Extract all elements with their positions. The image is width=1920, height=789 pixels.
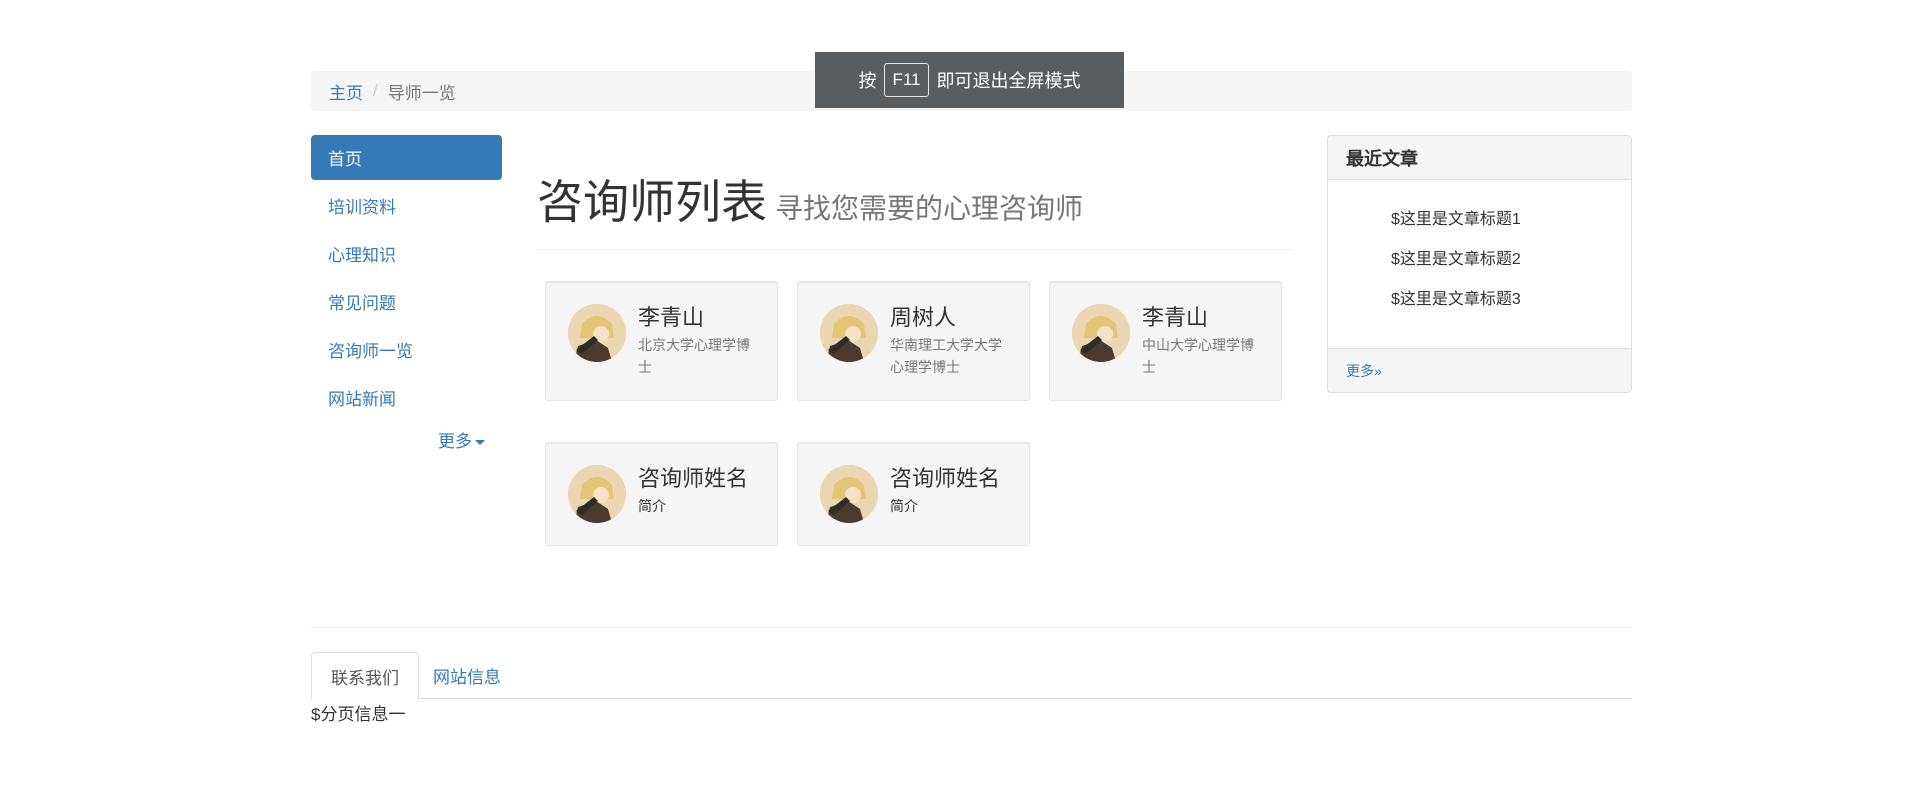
pagination-info: $分页信息一 — [311, 705, 406, 724]
counselor-name: 咨询师姓名 — [890, 466, 1001, 491]
counselor-avatar — [820, 465, 878, 523]
counselor-card[interactable]: 李青山 北京大学心理学博士 — [545, 281, 778, 401]
sidebar-item-training[interactable]: 培训资料 — [311, 183, 502, 228]
fullscreen-notice-suffix: 即可退出全屏模式 — [936, 71, 1081, 91]
counselor-name: 李青山 — [1142, 305, 1209, 330]
footer-divider — [311, 627, 1632, 628]
footer-tabs: 联系我们 网站信息 — [311, 652, 1632, 700]
sidebar-item-psychology[interactable]: 心理知识 — [311, 231, 502, 276]
counselor-avatar — [1072, 304, 1130, 362]
recent-articles-heading: 最近文章 — [1328, 136, 1631, 180]
page-title: 咨询师列表 寻找您需要的心理咨询师 — [537, 172, 1293, 239]
f11-key-badge: F11 — [884, 63, 929, 97]
page-title-text: 咨询师列表 — [537, 176, 767, 228]
page-header: 咨询师列表 寻找您需要的心理咨询师 — [537, 172, 1293, 250]
counselor-card[interactable]: 咨询师姓名 简介 — [545, 442, 778, 546]
article-link[interactable]: $这里是文章标题1 — [1391, 210, 1631, 230]
caret-down-icon — [475, 440, 485, 446]
sidebar-more-label: 更多 — [438, 432, 472, 451]
recent-articles-list: $这里是文章标题1 $这里是文章标题2 $这里是文章标题3 — [1328, 180, 1631, 348]
breadcrumb-current: 导师一览 — [387, 83, 456, 103]
breadcrumb-separator: / — [373, 81, 378, 100]
counselor-description: 华南理工大学大学心理学博士 — [890, 337, 1002, 375]
counselor-description: 简介 — [638, 498, 666, 514]
page-subtitle: 寻找您需要的心理咨询师 — [775, 193, 1084, 224]
counselor-name: 周树人 — [890, 305, 957, 330]
recent-articles-footer: 更多» — [1328, 348, 1631, 392]
recent-articles-more-link[interactable]: 更多» — [1346, 361, 1382, 381]
counselor-avatar — [568, 465, 626, 523]
counselor-description: 中山大学心理学博士 — [1142, 337, 1254, 375]
counselor-card[interactable]: 咨询师姓名 简介 — [797, 442, 1030, 546]
counselor-name: 咨询师姓名 — [638, 466, 749, 491]
tab-contact-us[interactable]: 联系我们 — [311, 652, 419, 700]
counselor-card[interactable]: 周树人 华南理工大学大学心理学博士 — [797, 281, 1030, 401]
counselor-card[interactable]: 李青山 中山大学心理学博士 — [1049, 281, 1282, 401]
sidebar-item-counselors[interactable]: 咨询师一览 — [311, 327, 502, 372]
counselor-description: 简介 — [890, 498, 918, 514]
counselor-description: 北京大学心理学博士 — [638, 337, 750, 375]
article-link[interactable]: $这里是文章标题3 — [1391, 290, 1631, 310]
article-link[interactable]: $这里是文章标题2 — [1391, 250, 1631, 270]
recent-articles-panel: 最近文章 $这里是文章标题1 $这里是文章标题2 $这里是文章标题3 更多» — [1327, 135, 1632, 393]
sidebar-nav: 首页 培训资料 心理知识 常见问题 咨询师一览 网站新闻 更多 — [311, 135, 502, 452]
fullscreen-exit-notice: 按 F11 即可退出全屏模式 — [815, 52, 1124, 108]
counselor-avatar — [568, 304, 626, 362]
sidebar-item-news[interactable]: 网站新闻 — [311, 375, 502, 420]
sidebar-item-faq[interactable]: 常见问题 — [311, 279, 502, 324]
sidebar-item-home[interactable]: 首页 — [311, 135, 502, 180]
fullscreen-notice-prefix: 按 — [858, 71, 877, 91]
counselor-avatar — [820, 304, 878, 362]
tab-site-info[interactable]: 网站信息 — [414, 652, 520, 699]
sidebar-more-dropdown[interactable]: 更多 — [311, 427, 502, 452]
counselor-name: 李青山 — [638, 305, 705, 330]
breadcrumb-home-link[interactable]: 主页 — [329, 79, 363, 104]
